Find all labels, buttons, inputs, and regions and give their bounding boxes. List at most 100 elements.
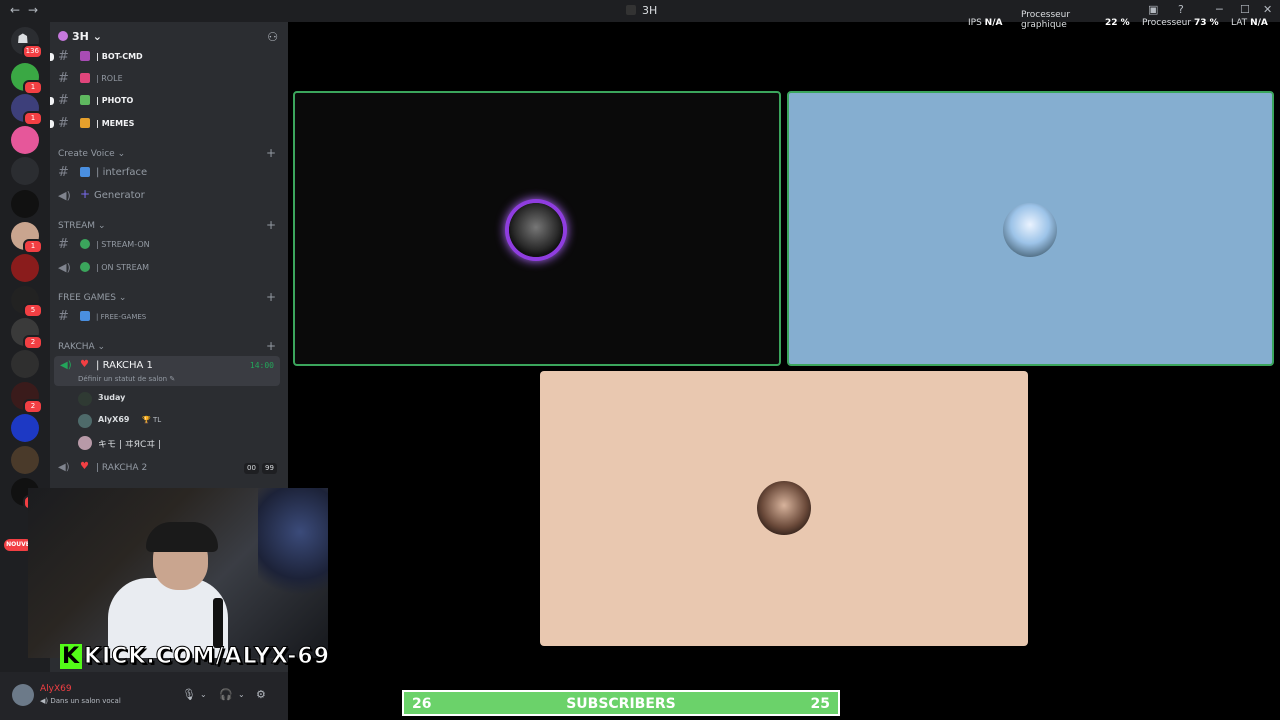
server-icon[interactable]	[11, 446, 39, 474]
speaker-icon: ◀)	[58, 462, 70, 473]
server-icon[interactable]: 5	[11, 286, 43, 318]
channel-stream-on[interactable]: # | STREAM-ON	[58, 236, 280, 254]
hash-icon: #	[58, 116, 69, 131]
close-button[interactable]: ✕	[1263, 3, 1272, 16]
channel-label: | BOT-CMD	[96, 52, 143, 61]
voice-channel-label: | RAKCHA 1	[96, 360, 153, 371]
channel-on-stream[interactable]: ◀) | ON STREAM	[58, 259, 280, 277]
category-create-voice[interactable]: Create Voice ⌄	[58, 149, 125, 159]
hash-icon: #	[58, 237, 69, 252]
server-icon[interactable]: 1	[11, 94, 43, 126]
server-icon[interactable]	[11, 126, 39, 154]
streamer-figure	[108, 518, 258, 658]
channel-generator[interactable]: ◀) + Generator	[58, 187, 280, 205]
user-name: AlyX69	[40, 684, 72, 694]
app-icon	[626, 5, 636, 15]
video-tile-1[interactable]	[293, 91, 781, 366]
server-header[interactable]: 3H ⌄	[58, 30, 102, 43]
mention-badge: 1	[23, 80, 43, 95]
add-channel-icon[interactable]: +	[266, 290, 276, 304]
server-icon[interactable]: 1	[11, 222, 43, 254]
mention-badge: 1	[23, 239, 43, 254]
invite-icon[interactable]: ⚇	[267, 30, 278, 44]
avatar	[509, 203, 563, 257]
server-icon[interactable]	[11, 350, 39, 378]
channel-item[interactable]: # | BOT-CMD	[50, 48, 280, 66]
forward-icon[interactable]: →	[28, 3, 38, 17]
app-root: ← → 3H ▣ ? ─ ☐ ✕ IPS N/A Processeur graph…	[0, 0, 1280, 720]
server-icon[interactable]: 2	[11, 318, 43, 350]
channel-item[interactable]: # | MEMES	[50, 115, 280, 133]
channel-emoji	[80, 167, 90, 177]
channel-emoji	[80, 95, 90, 105]
avatar	[78, 392, 92, 406]
chevron-down-icon[interactable]: ⌄	[200, 690, 207, 699]
server-icon[interactable]	[11, 254, 39, 282]
speaker-icon: ◀)	[58, 189, 71, 202]
channel-label: | ON STREAM	[96, 263, 150, 272]
server-icon[interactable]	[11, 157, 39, 185]
add-channel-icon[interactable]: +	[266, 218, 276, 232]
server-icon	[58, 31, 68, 41]
headphones-icon[interactable]: 🎧	[219, 688, 233, 701]
heart-icon: ♥	[80, 359, 89, 370]
inbox-icon[interactable]: ▣	[1148, 3, 1158, 16]
mention-badge: 5	[23, 303, 43, 318]
member-tag: 🏆 TL	[142, 416, 162, 424]
hash-icon: #	[58, 71, 69, 86]
channel-item[interactable]: # | PHOTO	[50, 92, 280, 110]
category-free-games[interactable]: FREE GAMES ⌄	[58, 293, 126, 303]
unread-indicator	[50, 97, 54, 105]
member-name: 3uday	[98, 393, 126, 402]
server-icon[interactable]: 1	[11, 63, 43, 95]
server-icon[interactable]	[11, 414, 39, 442]
kick-banner: K KICK.COM/ALYX-69	[60, 644, 330, 672]
video-tile-2[interactable]	[787, 91, 1274, 366]
subscribers-label: SUBSCRIBERS	[566, 696, 676, 712]
channel-item[interactable]: # | ROLE	[58, 70, 280, 88]
category-rakcha[interactable]: RAKCHA ⌄	[58, 342, 105, 352]
webcam-overlay	[28, 488, 328, 658]
channel-status[interactable]: Définir un statut de salon ✎	[78, 375, 175, 383]
add-channel-icon[interactable]: +	[266, 146, 276, 160]
minimize-button[interactable]: ─	[1216, 3, 1223, 16]
perf-gpu-label: Processeur graphique	[1021, 10, 1071, 30]
member-name: キモ | ヰЯCヰ |	[98, 440, 162, 450]
add-channel-icon[interactable]: +	[266, 339, 276, 353]
user-limit: 99	[262, 463, 277, 474]
channel-label: | PHOTO	[96, 96, 134, 105]
gear-icon[interactable]: ⚙	[256, 688, 266, 701]
channel-free-games[interactable]: # | FREE-GAMES	[58, 308, 280, 326]
voice-channel-rakcha-2[interactable]: ◀) ♥ | RAKCHA 2 00 99	[58, 460, 280, 478]
kick-logo: K	[60, 644, 82, 669]
voice-channel-rakcha-1[interactable]: ◀) ♥ | RAKCHA 1 14:00 Définir un statut …	[54, 356, 280, 386]
chevron-down-icon[interactable]: ⌄	[238, 690, 245, 699]
channel-emoji	[80, 311, 90, 321]
user-avatar[interactable]	[12, 684, 34, 706]
user-count: 00	[244, 463, 259, 474]
perf-gpu-value: 22 %	[1105, 18, 1130, 28]
hash-icon: #	[58, 309, 69, 324]
hash-icon: #	[58, 49, 69, 64]
green-dot-icon	[80, 262, 90, 272]
unread-indicator	[50, 120, 54, 128]
mic-icon[interactable]: 🎙	[182, 688, 196, 701]
channel-interface[interactable]: # | interface	[58, 164, 280, 182]
home-button[interactable]: ☗ 136	[11, 27, 43, 59]
maximize-button[interactable]: ☐	[1240, 3, 1250, 16]
mention-badge: 2	[23, 399, 43, 414]
server-icon[interactable]: 2	[11, 382, 43, 414]
voice-timer: 14:00	[249, 361, 274, 370]
plus-icon: +	[80, 187, 91, 201]
perf-ips: IPS N/A	[968, 18, 1003, 28]
server-icon[interactable]	[11, 190, 39, 218]
user-status: ◀) Dans un salon vocal	[40, 697, 121, 705]
hash-icon: #	[58, 93, 69, 108]
help-icon[interactable]: ?	[1178, 3, 1184, 16]
mention-badge: 1	[23, 111, 43, 126]
back-icon[interactable]: ←	[10, 3, 20, 17]
channel-label: | interface	[96, 167, 148, 178]
voice-channel-label: | RAKCHA 2	[96, 463, 148, 473]
category-stream[interactable]: STREAM ⌄	[58, 221, 105, 231]
video-tile-3[interactable]	[540, 371, 1028, 646]
